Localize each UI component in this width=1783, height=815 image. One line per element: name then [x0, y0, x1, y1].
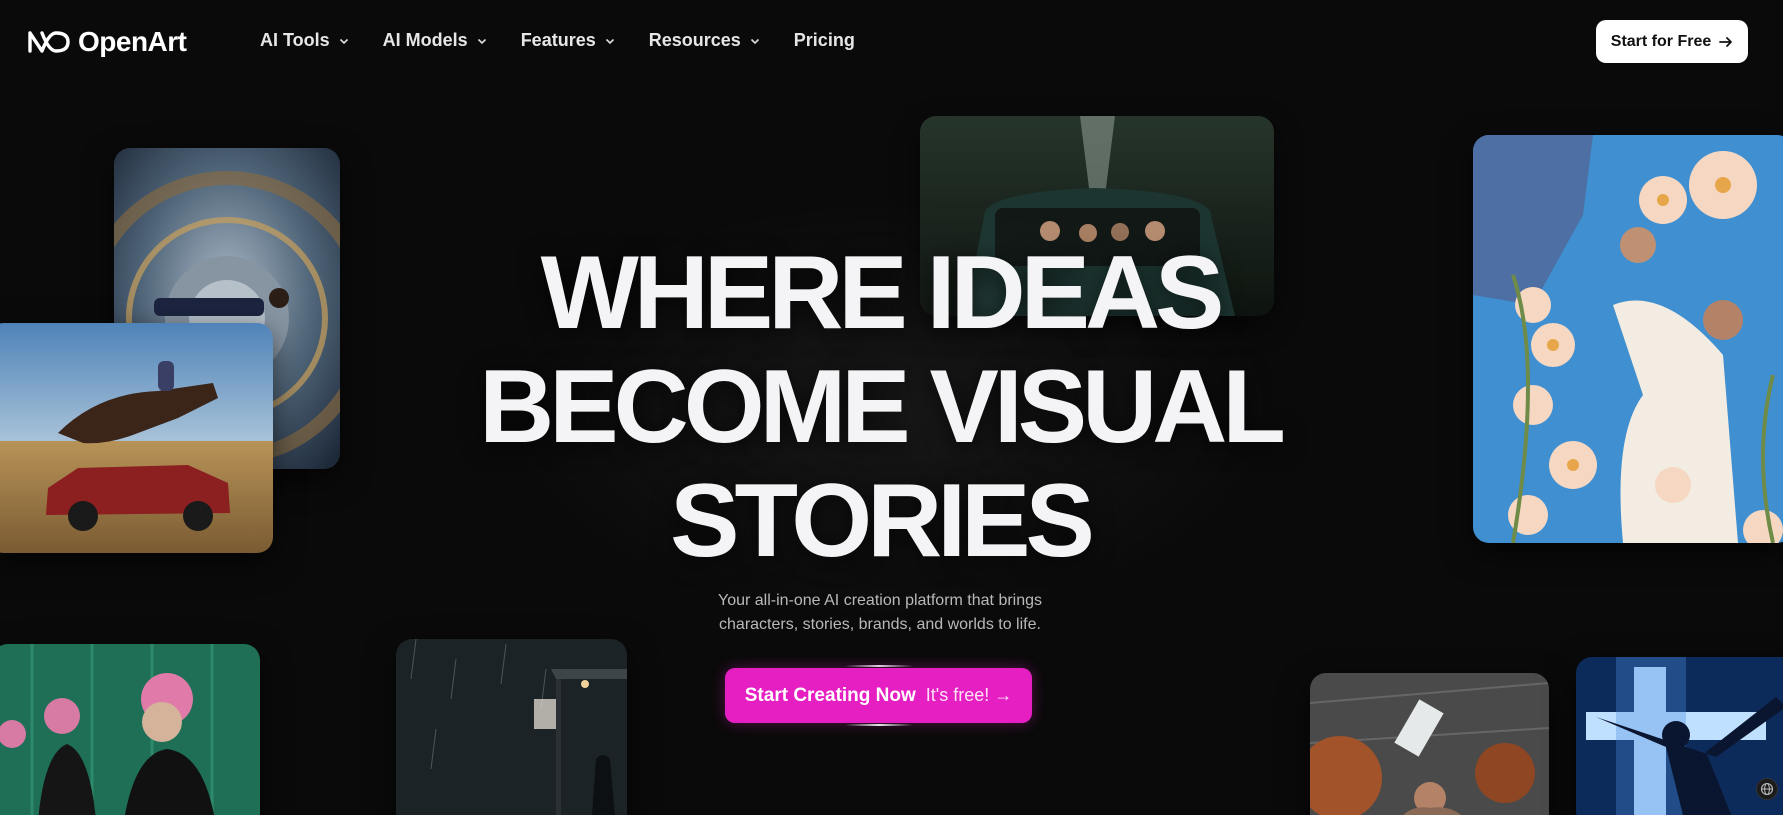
cta-glint — [845, 665, 913, 667]
nav-item-features[interactable]: Features — [521, 30, 615, 51]
hero-headline: WHERE IDEAS BECOME VISUAL STORIES — [440, 236, 1320, 578]
gallery-image-basketball-player — [1310, 673, 1549, 815]
nav-item-ai-tools[interactable]: AI Tools — [260, 30, 349, 51]
cta-glint — [845, 724, 913, 726]
nav-item-label: Pricing — [793, 30, 855, 50]
globe-icon — [1760, 782, 1774, 796]
gallery-image-locker-room — [0, 644, 260, 815]
start-for-free-label: Start for Free — [1610, 32, 1712, 50]
infinity-logo-icon — [28, 31, 70, 53]
chevron-down-icon — [605, 38, 614, 44]
headline-line: STORIES — [670, 463, 1095, 579]
nav-item-label: AI Models — [382, 30, 468, 50]
chevron-down-icon — [339, 38, 348, 44]
chevron-down-icon — [477, 38, 486, 44]
brand-name: OpenArt — [78, 26, 187, 57]
gallery-image-rainy-bus-stop — [396, 639, 627, 815]
nav-item-label: AI Tools — [260, 30, 330, 50]
nav-item-label: Resources — [648, 30, 741, 50]
arrow-right-icon — [1719, 36, 1733, 47]
start-for-free-button[interactable]: Start for Free — [1596, 20, 1748, 63]
headline-line: WHERE IDEAS — [540, 235, 1225, 351]
nav-item-pricing[interactable]: Pricing — [794, 30, 855, 51]
subtitle-line: Your all-in-one AI creation platform tha… — [717, 592, 1043, 609]
brand-logo[interactable]: OpenArt — [26, 26, 187, 58]
chevron-down-icon — [750, 38, 759, 44]
language-selector[interactable] — [1756, 778, 1778, 800]
cta-primary-label: Start Creating Now — [744, 684, 916, 706]
subtitle-line: characters, stories, brands, and worlds … — [719, 616, 1041, 633]
start-creating-now-button[interactable]: Start Creating Now It's free! → — [725, 668, 1032, 723]
gallery-image-horse-jumping-car — [0, 323, 273, 553]
headline-line: BECOME VISUAL — [479, 349, 1286, 465]
nav-item-resources[interactable]: Resources — [649, 30, 760, 51]
nav-item-ai-models[interactable]: AI Models — [383, 30, 487, 51]
nav-item-label: Features — [520, 30, 596, 50]
gallery-image-light-cross — [1576, 657, 1783, 815]
main-menu: AI Tools AI Models Features Resources Pr… — [260, 30, 855, 51]
top-navigation: OpenArt AI Tools AI Models Features Reso… — [0, 0, 1783, 84]
gallery-image-couple-with-flowers — [1473, 135, 1783, 543]
cta-secondary-label: It's free! → — [925, 685, 1013, 705]
hero-subtitle: Your all-in-one AI creation platform tha… — [640, 589, 1120, 637]
